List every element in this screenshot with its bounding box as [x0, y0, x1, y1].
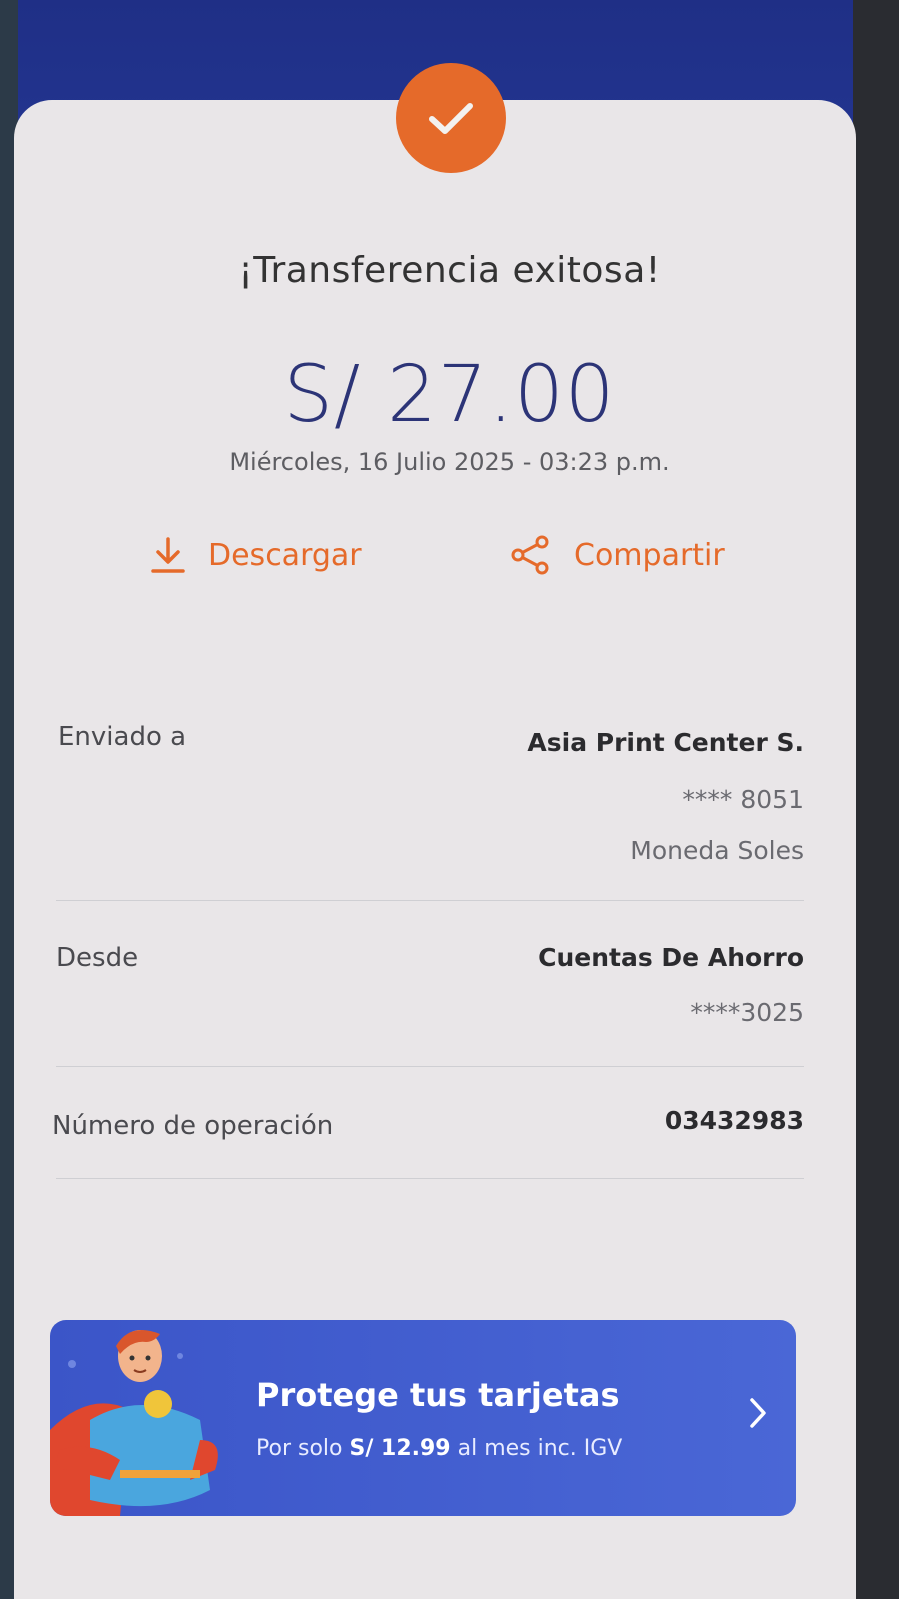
source-account-number: ****3025: [690, 998, 804, 1027]
source-account-type: Cuentas De Ahorro: [538, 943, 804, 972]
recipient-currency: Moneda Soles: [630, 836, 804, 865]
promo-title: Protege tus tarjetas: [256, 1376, 620, 1414]
superhero-mascot: [50, 1330, 218, 1516]
sent-to-label: Enviado a: [58, 722, 187, 752]
transfer-amount: S/ 27.00: [283, 350, 616, 440]
recipient-name: Asia Print Center S.: [527, 728, 804, 757]
screen-right-edge: [853, 0, 899, 1599]
promo-sub-prefix: Por solo: [256, 1436, 350, 1461]
operation-number: 03432983: [664, 1106, 804, 1135]
promo-price: S/ 12.99: [349, 1436, 451, 1461]
success-title: ¡Transferencia exitosa!: [238, 250, 661, 291]
from-label: Desde: [56, 943, 139, 973]
download-label: Descargar: [208, 537, 362, 573]
divider: [56, 900, 804, 901]
share-label: Compartir: [574, 537, 725, 573]
operation-number-label: Número de operación: [52, 1111, 334, 1141]
protect-cards-banner[interactable]: Protege tus tarjetas Por solo S/ 12.99 a…: [50, 1320, 796, 1516]
promo-subtitle: Por solo S/ 12.99 al mes inc. IGV: [256, 1436, 622, 1461]
divider: [56, 1066, 804, 1067]
share-icon: [511, 535, 549, 575]
download-icon: [151, 537, 185, 573]
share-button[interactable]: Compartir: [510, 530, 725, 580]
transfer-datetime: Miércoles, 16 Julio 2025 - 03:23 p.m.: [229, 448, 670, 476]
success-check-badge: [396, 63, 506, 173]
divider: [56, 1178, 804, 1179]
chevron-right-icon: [750, 1398, 766, 1428]
download-button[interactable]: Descargar: [150, 530, 362, 580]
recipient-account: **** 8051: [682, 785, 804, 814]
promo-sub-suffix: al mes inc. IGV: [450, 1436, 623, 1461]
check-icon: [429, 103, 473, 134]
